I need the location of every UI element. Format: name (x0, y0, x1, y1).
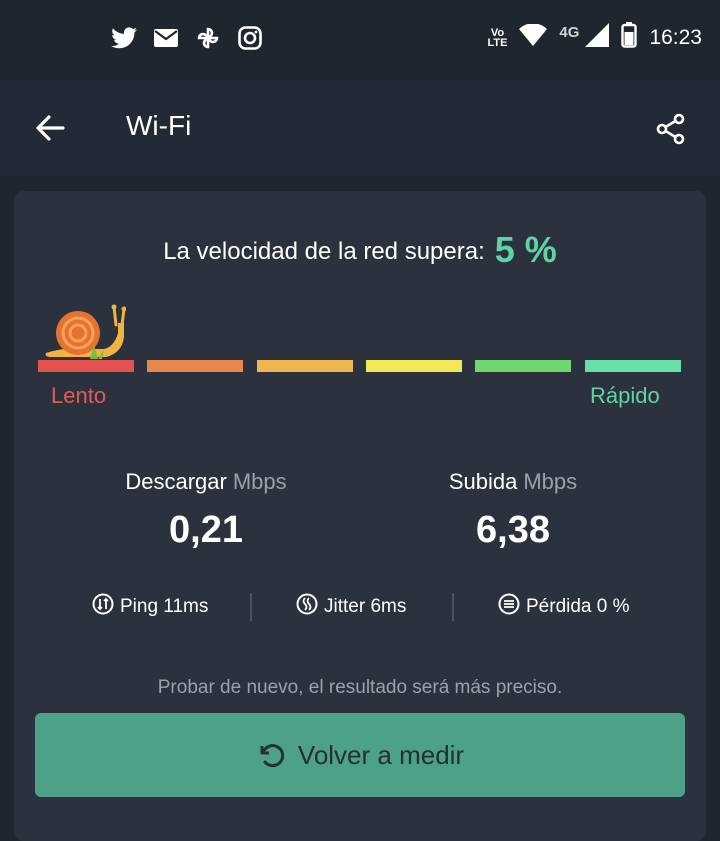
jitter-stat: Jitter 6ms (296, 591, 406, 623)
retry-hint: Probar de nuevo, el resultado será más p… (157, 677, 563, 698)
wifi-signal-icon (519, 23, 548, 51)
upload-value: 6,38 (476, 509, 550, 551)
arrow-left-icon (36, 115, 65, 141)
jitter-icon (296, 593, 318, 621)
percentile-value: 5 % (494, 229, 557, 270)
loss-text: Pérdida 0 % (526, 596, 630, 617)
scale-segment-6 (585, 360, 681, 372)
speed-headline: La velocidad de la red supera: 5 % (14, 229, 706, 271)
stats-divider (250, 593, 252, 621)
twitter-icon (110, 24, 138, 52)
ping-stat: Ping 11ms (92, 591, 208, 623)
download-label: Descargar (125, 469, 227, 494)
result-card: La velocidad de la red supera: 5 % Lento … (14, 191, 706, 841)
ping-text: Ping 11ms (120, 596, 209, 617)
notification-icons (110, 24, 264, 52)
clock: 16:23 (649, 25, 702, 49)
upload-label: Subida (448, 469, 518, 494)
mail-icon (152, 24, 180, 52)
scale-label-slow: Lento (51, 383, 107, 408)
scale-segment-1 (38, 360, 134, 372)
network-stats: Ping 11ms Jitter 6ms Pérdida 0 % (14, 591, 706, 623)
download-value: 0,21 (169, 509, 243, 551)
system-indicators: Vo LTE 4G 16:23 (487, 22, 702, 53)
share-icon (656, 113, 685, 145)
scale-segment-3 (257, 360, 353, 372)
headline-text: La velocidad de la red supera: (163, 238, 485, 265)
loss-stat: Pérdida 0 % (498, 591, 630, 623)
scale-label-fast: Rápido (590, 383, 660, 408)
remeasure-label: Volver a medir (297, 739, 465, 770)
upload-metric: Subida Mbps 6,38 (383, 469, 643, 552)
battery-icon (621, 22, 638, 53)
snail-icon (45, 304, 126, 359)
stats-divider (452, 593, 454, 621)
download-metric: Descargar Mbps 0,21 (76, 469, 336, 552)
cell-signal-icon (585, 23, 610, 52)
upload-unit: Mbps (523, 469, 578, 494)
back-button[interactable] (30, 110, 70, 146)
volte-indicator: Vo LTE (487, 26, 508, 49)
page-title: Wi-Fi (126, 110, 192, 141)
refresh-icon (260, 744, 285, 768)
pinwheel-icon (194, 24, 222, 52)
status-bar: Vo LTE 4G 16:23 (0, 0, 720, 80)
ping-icon (92, 593, 114, 621)
network-type: 4G (559, 24, 580, 41)
app-bar: Wi-Fi (0, 80, 720, 176)
share-button[interactable] (652, 110, 690, 148)
packet-loss-icon (498, 593, 520, 621)
instagram-icon (236, 24, 264, 52)
scale-segment-5 (475, 360, 571, 372)
scale-segment-4 (366, 360, 462, 372)
scale-segment-2 (147, 360, 243, 372)
download-unit: Mbps (232, 469, 287, 494)
jitter-text: Jitter 6ms (324, 596, 407, 617)
remeasure-button[interactable]: Volver a medir (35, 713, 685, 797)
speed-scale (38, 360, 681, 372)
